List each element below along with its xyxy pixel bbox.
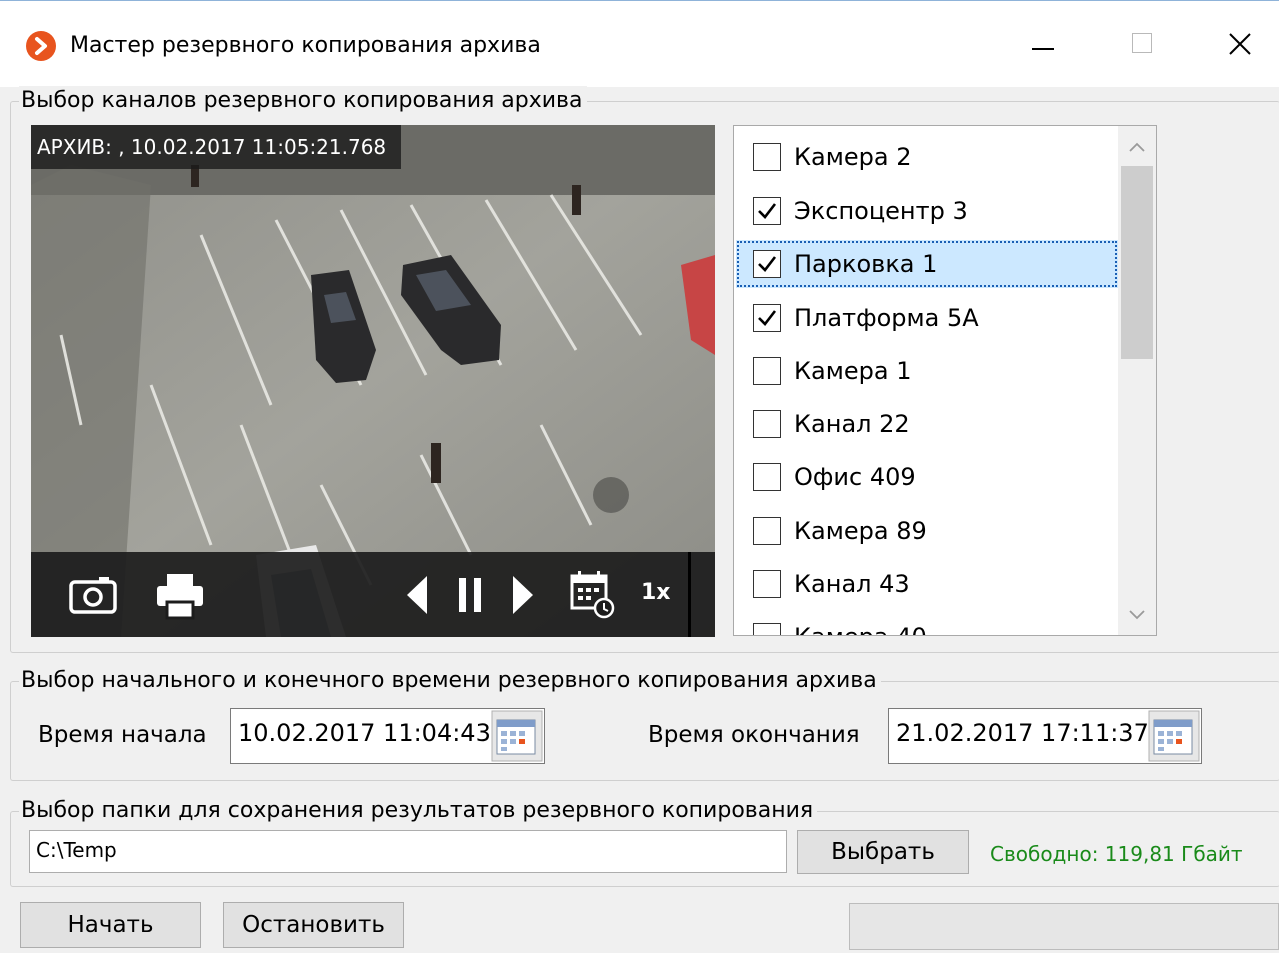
folder-path-value: C:\Temp <box>36 838 117 862</box>
list-item[interactable]: Канал 22 <box>736 400 1118 448</box>
playback-toolbar: 1x <box>31 552 715 637</box>
free-space-text: Свободно: 119,81 Гбайт <box>990 842 1243 866</box>
list-item[interactable]: Камера 89 <box>736 507 1118 555</box>
channel-checkbox[interactable] <box>753 410 781 438</box>
channel-checkbox[interactable] <box>753 197 781 225</box>
stop-button[interactable]: Остановить <box>223 902 404 948</box>
toolbar-separator <box>688 552 691 637</box>
channels-group-title: Выбор каналов резервного копирования арх… <box>19 86 587 116</box>
archive-timestamp-overlay: АРХИВ: , 10.02.2017 11:05:21.768 <box>31 125 401 169</box>
checkmark-icon <box>758 310 777 326</box>
minimize-button[interactable] <box>1012 21 1072 69</box>
end-time-value: 21.02.2017 17:11:37 <box>896 719 1149 747</box>
channel-label: Канал 43 <box>794 570 910 598</box>
title-bar: Мастер резервного копирования архива <box>0 1 1279 87</box>
channel-label: Парковка 1 <box>794 250 938 278</box>
channel-label: Камера 2 <box>794 143 912 171</box>
close-icon <box>1229 33 1251 55</box>
start-time-field[interactable]: 10.02.2017 11:04:43 <box>230 708 545 764</box>
folder-group-title: Выбор папки для сохранения результатов р… <box>19 796 818 826</box>
channel-checkbox[interactable] <box>753 250 781 278</box>
checkmark-icon <box>758 256 777 272</box>
channel-label: Камера 89 <box>794 517 927 545</box>
start-calendar-button[interactable] <box>491 710 543 762</box>
channel-label: Офис 409 <box>794 463 916 491</box>
close-button[interactable] <box>1210 21 1270 69</box>
maximize-icon <box>1132 33 1152 53</box>
list-item[interactable]: Платформа 5А <box>736 294 1118 342</box>
progress-bar <box>849 903 1279 950</box>
end-time-field[interactable]: 21.02.2017 17:11:37 <box>888 708 1202 764</box>
channel-label: Экспоцентр 3 <box>794 197 968 225</box>
channel-checkbox[interactable] <box>753 463 781 491</box>
channel-checkbox[interactable] <box>753 304 781 332</box>
list-item[interactable]: Канал 43 <box>736 560 1118 608</box>
list-scrollbar[interactable] <box>1118 126 1156 635</box>
time-group-title: Выбор начального и конечного времени рез… <box>19 666 881 696</box>
app-logo-icon <box>26 31 56 61</box>
channel-checkbox[interactable] <box>753 570 781 598</box>
start-button[interactable]: Начать <box>20 902 201 948</box>
channel-label: Камера 1 <box>794 357 912 385</box>
calendar-clock-icon[interactable] <box>568 552 618 637</box>
end-time-label: Время окончания <box>648 722 860 748</box>
pause-icon[interactable] <box>453 552 487 637</box>
print-icon[interactable] <box>153 552 207 637</box>
checkmark-icon <box>758 203 777 219</box>
maximize-button[interactable] <box>1112 21 1172 69</box>
channel-checkbox[interactable] <box>753 357 781 385</box>
channel-checkbox[interactable] <box>753 623 781 635</box>
channel-list[interactable]: Камера 2 Экспоцентр 3 Парковка 1 Платфор… <box>733 125 1157 636</box>
start-time-label: Время начала <box>38 722 207 748</box>
video-preview[interactable]: АРХИВ: , 10.02.2017 11:05:21.768 1x <box>31 125 715 637</box>
minimize-icon <box>1032 48 1054 50</box>
channel-label: Канал 22 <box>794 410 910 438</box>
channel-checkbox[interactable] <box>753 143 781 171</box>
channel-label: Платформа 5А <box>794 304 979 332</box>
browse-button[interactable]: Выбрать <box>797 830 969 874</box>
list-item[interactable]: Офис 409 <box>736 453 1118 501</box>
list-item[interactable]: Камера 1 <box>736 347 1118 395</box>
channel-checkbox[interactable] <box>753 517 781 545</box>
step-back-icon[interactable] <box>401 552 431 637</box>
channel-label: Камера 40 <box>794 621 927 635</box>
snapshot-camera-icon[interactable] <box>67 552 121 637</box>
start-time-value: 10.02.2017 11:04:43 <box>238 719 491 747</box>
window-title: Мастер резервного копирования архива <box>70 33 541 58</box>
list-item[interactable]: Камера 2 <box>736 133 1118 181</box>
list-item-selected[interactable]: Парковка 1 <box>736 240 1118 288</box>
end-calendar-button[interactable] <box>1148 710 1200 762</box>
list-item[interactable]: Экспоцентр 3 <box>736 187 1118 235</box>
scroll-up-icon[interactable] <box>1127 138 1147 158</box>
list-item[interactable]: Камера 40 <box>736 613 1118 635</box>
scroll-down-icon[interactable] <box>1127 604 1147 624</box>
backup-wizard-window: Мастер резервного копирования архива Выб… <box>0 0 1279 953</box>
scrollbar-thumb[interactable] <box>1121 166 1153 359</box>
step-forward-icon[interactable] <box>509 552 539 637</box>
playback-speed[interactable]: 1x <box>641 578 671 608</box>
folder-path-input[interactable]: C:\Temp <box>29 830 787 873</box>
